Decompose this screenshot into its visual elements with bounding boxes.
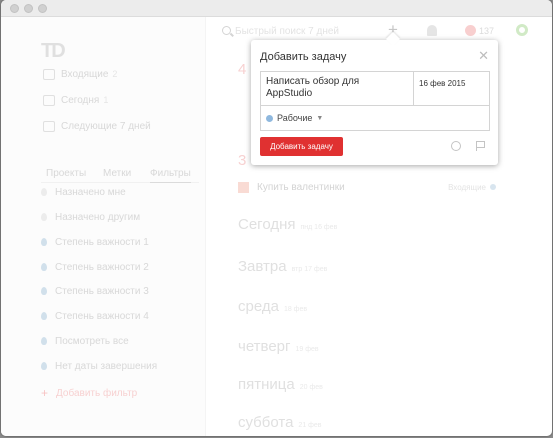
add-task-button[interactable]: Добавить задачу xyxy=(260,137,343,156)
alarm-icon[interactable] xyxy=(451,141,461,151)
add-task-dialog: Добавить задачу ✕ Написать обзор для App… xyxy=(251,40,498,165)
flag-icon[interactable] xyxy=(476,141,485,151)
task-editor: Написать обзор для AppStudio 16 фев 2015… xyxy=(260,71,490,131)
close-icon[interactable]: ✕ xyxy=(478,48,489,64)
title-bar xyxy=(1,0,552,17)
chevron-down-icon: ▼ xyxy=(316,114,324,122)
minimize-window-button[interactable] xyxy=(24,4,33,13)
close-window-button[interactable] xyxy=(10,4,19,13)
zoom-window-button[interactable] xyxy=(38,4,47,13)
project-label: Рабочие xyxy=(277,113,313,123)
due-date-input[interactable]: 16 фев 2015 xyxy=(414,72,489,105)
dialog-title: Добавить задачу xyxy=(260,51,347,63)
project-selector[interactable]: Рабочие ▼ xyxy=(261,105,489,130)
task-content-input[interactable]: Написать обзор для AppStudio xyxy=(261,72,414,105)
project-dot-icon xyxy=(266,114,273,122)
